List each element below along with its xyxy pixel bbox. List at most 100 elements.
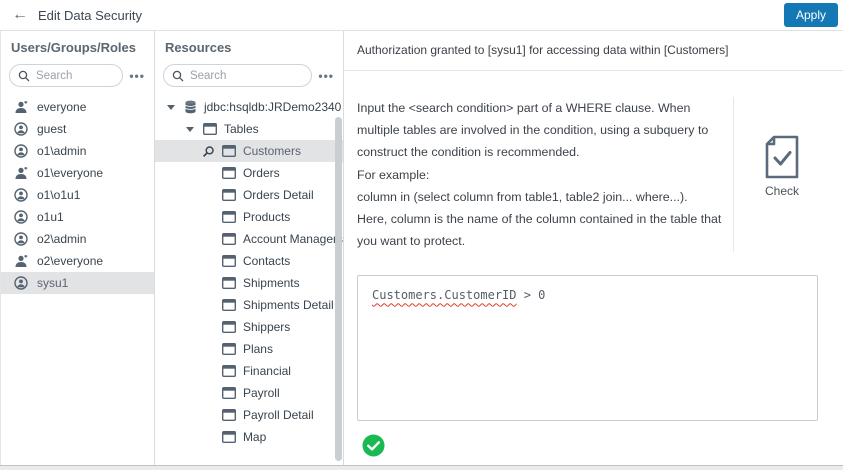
- caret-slot: [203, 215, 215, 220]
- table-icon: [221, 189, 236, 201]
- tree-node-label: Payroll: [242, 386, 280, 400]
- back-arrow-icon[interactable]: ←: [12, 7, 28, 23]
- tree-node[interactable]: Shipments Detail: [155, 294, 343, 316]
- tree-node-label: Shipments: [242, 276, 300, 290]
- apply-button[interactable]: Apply: [783, 3, 838, 27]
- tree-node-label: Map: [242, 430, 267, 444]
- caret-slot: [203, 259, 215, 264]
- search-icon: [172, 70, 184, 82]
- user-name: guest: [37, 122, 67, 136]
- tree-node[interactable]: Contacts: [155, 250, 343, 272]
- user-name: o1\admin: [37, 144, 87, 158]
- caret-slot: [203, 303, 215, 308]
- page-title: Edit Data Security: [38, 7, 143, 23]
- tree-node[interactable]: Account Managers: [155, 228, 343, 250]
- table-icon: [221, 431, 236, 443]
- users-more-options-button[interactable]: •••: [123, 69, 148, 83]
- check-button[interactable]: Check: [764, 135, 800, 198]
- tree-node[interactable]: Orders Detail: [155, 184, 343, 206]
- users-search-input[interactable]: [36, 69, 115, 82]
- tree-node[interactable]: Payroll Detail: [155, 404, 343, 426]
- user-list-item[interactable]: o1\admin: [1, 140, 154, 162]
- tree-node[interactable]: Shippers: [155, 316, 343, 338]
- user-list-item[interactable]: o1\everyone: [1, 162, 154, 184]
- users-search-box[interactable]: [9, 64, 124, 87]
- table-icon: [202, 123, 217, 135]
- user-list-item[interactable]: o2\admin: [1, 228, 154, 250]
- caret-slot: [203, 413, 215, 418]
- tree-node[interactable]: Financial: [155, 360, 343, 382]
- user-list-item[interactable]: guest: [1, 118, 154, 140]
- database-icon: [184, 100, 197, 114]
- user-name: o1\everyone: [37, 166, 104, 180]
- caret-slot: [203, 347, 215, 352]
- resources-search-box[interactable]: [162, 64, 313, 87]
- resources-panel: Resources •••: [154, 31, 344, 465]
- user-list-item[interactable]: o1u1: [1, 206, 154, 228]
- caret-slot: [203, 193, 215, 198]
- caret-slot: [203, 369, 215, 374]
- resources-scrollbar[interactable]: [335, 117, 342, 461]
- tree-node[interactable]: Shipments: [155, 272, 343, 294]
- group-icon: [14, 254, 28, 268]
- tree-node-label: Payroll Detail: [242, 408, 314, 422]
- user-icon: [14, 232, 28, 246]
- security-filter-icon: [202, 145, 215, 158]
- condition-editor[interactable]: Customers.CustomerID > 0: [357, 275, 818, 422]
- tree-node-label: Tables: [223, 122, 259, 136]
- where-clause-instructions: Input the <search condition> part of a W…: [357, 101, 722, 249]
- tree-node-label: Financial: [242, 364, 291, 378]
- table-icon: [221, 233, 236, 245]
- table-icon: [221, 299, 236, 311]
- user-list-item[interactable]: o1\o1u1: [1, 184, 154, 206]
- tree-node-label: Contacts: [242, 254, 291, 268]
- caret-slot: [203, 435, 215, 440]
- tree-node-label: jdbc:hsqldb:JRDemo2340: [203, 100, 342, 114]
- caret-slot: [203, 281, 215, 286]
- table-icon: [221, 277, 236, 289]
- group-icon: [14, 166, 28, 180]
- resources-search-input[interactable]: [189, 69, 304, 82]
- table-icon: [221, 409, 236, 421]
- caret-slot: [203, 171, 215, 176]
- tree-node[interactable]: jdbc:hsqldb:JRDemo2340: [155, 96, 343, 118]
- users-search-row: •••: [1, 62, 154, 93]
- tree-node-label: Shipments Detail: [242, 298, 334, 312]
- caret-slot: [203, 325, 215, 330]
- resources-tree: jdbc:hsqldb:JRDemo2340 Tables Customers …: [154, 96, 343, 448]
- tree-node[interactable]: Tables: [155, 118, 343, 140]
- user-name: o1\o1u1: [37, 188, 81, 202]
- caret-slot: [203, 391, 215, 396]
- user-list-item[interactable]: o2\everyone: [1, 250, 154, 272]
- caret-slot: [203, 237, 215, 242]
- chevron-down-icon[interactable]: [166, 104, 175, 110]
- tree-node[interactable]: Orders: [155, 162, 343, 184]
- tree-node-label: Account Managers: [242, 232, 343, 246]
- caret-slot: [184, 126, 196, 132]
- users-groups-roles-panel: Users/Groups/Roles ••• everyone: [0, 31, 155, 465]
- condition-code-misspelled: Customers.CustomerID: [372, 288, 517, 303]
- authorization-panel: Authorization granted to [sysu1] for acc…: [344, 31, 843, 465]
- chevron-down-icon[interactable]: [185, 126, 194, 132]
- description-row: Input the <search condition> part of a W…: [357, 97, 830, 253]
- user-icon: [14, 188, 28, 202]
- tree-node[interactable]: Plans: [155, 338, 343, 360]
- user-name: o2\everyone: [37, 254, 104, 268]
- resources-more-options-button[interactable]: •••: [312, 69, 337, 83]
- user-list-item[interactable]: sysu1: [1, 272, 154, 294]
- user-name: sysu1: [37, 276, 69, 290]
- tree-node[interactable]: Payroll: [155, 382, 343, 404]
- tree-node[interactable]: Products: [155, 206, 343, 228]
- check-column: Check: [733, 97, 830, 253]
- user-list-item[interactable]: everyone: [1, 96, 154, 118]
- tree-node[interactable]: Customers: [154, 140, 343, 162]
- table-icon: [221, 145, 236, 157]
- user-name: o1u1: [37, 210, 64, 224]
- tree-node-label: Plans: [242, 342, 273, 356]
- user-icon: [14, 122, 28, 136]
- tree-node[interactable]: Map: [155, 426, 343, 448]
- table-icon: [221, 387, 236, 399]
- horizontal-scrollbar[interactable]: [0, 465, 843, 470]
- search-icon: [18, 70, 30, 82]
- user-name: everyone: [37, 100, 87, 114]
